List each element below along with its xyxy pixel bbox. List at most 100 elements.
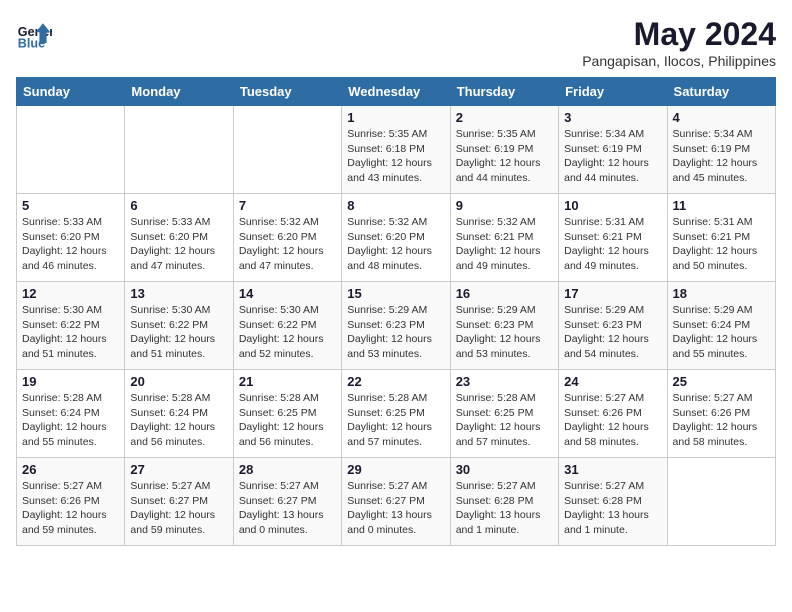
day-number: 31 bbox=[564, 462, 661, 477]
day-cell: 3 Sunrise: 5:34 AMSunset: 6:19 PMDaylight… bbox=[559, 106, 667, 194]
day-cell: 8 Sunrise: 5:32 AMSunset: 6:20 PMDaylight… bbox=[342, 194, 450, 282]
day-info: Sunrise: 5:32 AMSunset: 6:21 PMDaylight:… bbox=[456, 215, 553, 274]
day-info: Sunrise: 5:34 AMSunset: 6:19 PMDaylight:… bbox=[564, 127, 661, 186]
logo-icon: General Blue bbox=[16, 16, 52, 52]
col-header-saturday: Saturday bbox=[667, 78, 775, 106]
day-info: Sunrise: 5:27 AMSunset: 6:26 PMDaylight:… bbox=[673, 391, 770, 450]
day-number: 25 bbox=[673, 374, 770, 389]
day-number: 28 bbox=[239, 462, 336, 477]
day-cell: 12 Sunrise: 5:30 AMSunset: 6:22 PMDayligh… bbox=[17, 282, 125, 370]
day-number: 14 bbox=[239, 286, 336, 301]
week-row-1: 1 Sunrise: 5:35 AMSunset: 6:18 PMDaylight… bbox=[17, 106, 776, 194]
day-cell bbox=[125, 106, 233, 194]
day-number: 18 bbox=[673, 286, 770, 301]
day-number: 22 bbox=[347, 374, 444, 389]
day-cell: 14 Sunrise: 5:30 AMSunset: 6:22 PMDayligh… bbox=[233, 282, 341, 370]
day-number: 16 bbox=[456, 286, 553, 301]
day-cell: 31 Sunrise: 5:27 AMSunset: 6:28 PMDayligh… bbox=[559, 458, 667, 546]
day-number: 29 bbox=[347, 462, 444, 477]
day-cell: 18Sunrise: 5:29 AMSunset: 6:24 PMDayligh… bbox=[667, 282, 775, 370]
day-number: 5 bbox=[22, 198, 119, 213]
day-info: Sunrise: 5:27 AMSunset: 6:28 PMDaylight:… bbox=[456, 479, 553, 538]
day-info: Sunrise: 5:30 AMSunset: 6:22 PMDaylight:… bbox=[239, 303, 336, 362]
day-number: 23 bbox=[456, 374, 553, 389]
day-cell: 16 Sunrise: 5:29 AMSunset: 6:23 PMDayligh… bbox=[450, 282, 558, 370]
day-number: 2 bbox=[456, 110, 553, 125]
day-info: Sunrise: 5:35 AMSunset: 6:19 PMDaylight:… bbox=[456, 127, 553, 186]
day-cell: 11 Sunrise: 5:31 AMSunset: 6:21 PMDayligh… bbox=[667, 194, 775, 282]
day-info: Sunrise: 5:32 AMSunset: 6:20 PMDaylight:… bbox=[347, 215, 444, 274]
day-info: Sunrise: 5:30 AMSunset: 6:22 PMDaylight:… bbox=[22, 303, 119, 362]
day-number: 7 bbox=[239, 198, 336, 213]
day-cell: 5 Sunrise: 5:33 AMSunset: 6:20 PMDaylight… bbox=[17, 194, 125, 282]
day-number: 6 bbox=[130, 198, 227, 213]
day-info: Sunrise: 5:29 AMSunset: 6:23 PMDaylight:… bbox=[456, 303, 553, 362]
day-number: 9 bbox=[456, 198, 553, 213]
day-cell bbox=[17, 106, 125, 194]
day-number: 13 bbox=[130, 286, 227, 301]
day-number: 4 bbox=[673, 110, 770, 125]
day-cell: 7 Sunrise: 5:32 AMSunset: 6:20 PMDaylight… bbox=[233, 194, 341, 282]
day-info: Sunrise: 5:29 AMSunset: 6:23 PMDaylight:… bbox=[347, 303, 444, 362]
day-info: Sunrise: 5:27 AMSunset: 6:28 PMDaylight:… bbox=[564, 479, 661, 538]
day-cell: 13 Sunrise: 5:30 AMSunset: 6:22 PMDayligh… bbox=[125, 282, 233, 370]
day-number: 3 bbox=[564, 110, 661, 125]
location-subtitle: Pangapisan, Ilocos, Philippines bbox=[582, 53, 776, 69]
day-info: Sunrise: 5:29 AMSunset: 6:23 PMDaylight:… bbox=[564, 303, 661, 362]
day-info: Sunrise: 5:28 AMSunset: 6:25 PMDaylight:… bbox=[239, 391, 336, 450]
day-number: 8 bbox=[347, 198, 444, 213]
title-block: May 2024 Pangapisan, Ilocos, Philippines bbox=[582, 16, 776, 69]
day-info: Sunrise: 5:32 AMSunset: 6:20 PMDaylight:… bbox=[239, 215, 336, 274]
day-info: Sunrise: 5:35 AMSunset: 6:18 PMDaylight:… bbox=[347, 127, 444, 186]
day-info: Sunrise: 5:31 AMSunset: 6:21 PMDaylight:… bbox=[564, 215, 661, 274]
col-header-sunday: Sunday bbox=[17, 78, 125, 106]
day-cell: 2 Sunrise: 5:35 AMSunset: 6:19 PMDaylight… bbox=[450, 106, 558, 194]
day-cell: 26Sunrise: 5:27 AMSunset: 6:26 PMDayligh… bbox=[17, 458, 125, 546]
day-info: Sunrise: 5:28 AMSunset: 6:24 PMDaylight:… bbox=[130, 391, 227, 450]
day-cell: 28Sunrise: 5:27 AMSunset: 6:27 PMDayligh… bbox=[233, 458, 341, 546]
day-number: 24 bbox=[564, 374, 661, 389]
day-cell bbox=[667, 458, 775, 546]
day-cell: 20 Sunrise: 5:28 AMSunset: 6:24 PMDayligh… bbox=[125, 370, 233, 458]
week-row-3: 12 Sunrise: 5:30 AMSunset: 6:22 PMDayligh… bbox=[17, 282, 776, 370]
day-cell: 29Sunrise: 5:27 AMSunset: 6:27 PMDayligh… bbox=[342, 458, 450, 546]
col-header-friday: Friday bbox=[559, 78, 667, 106]
day-number: 20 bbox=[130, 374, 227, 389]
day-info: Sunrise: 5:28 AMSunset: 6:24 PMDaylight:… bbox=[22, 391, 119, 450]
col-header-wednesday: Wednesday bbox=[342, 78, 450, 106]
day-number: 17 bbox=[564, 286, 661, 301]
day-number: 10 bbox=[564, 198, 661, 213]
week-row-5: 26Sunrise: 5:27 AMSunset: 6:26 PMDayligh… bbox=[17, 458, 776, 546]
col-header-monday: Monday bbox=[125, 78, 233, 106]
day-number: 19 bbox=[22, 374, 119, 389]
day-number: 11 bbox=[673, 198, 770, 213]
col-header-tuesday: Tuesday bbox=[233, 78, 341, 106]
day-cell: 15 Sunrise: 5:29 AMSunset: 6:23 PMDayligh… bbox=[342, 282, 450, 370]
day-info: Sunrise: 5:33 AMSunset: 6:20 PMDaylight:… bbox=[130, 215, 227, 274]
day-cell bbox=[233, 106, 341, 194]
day-cell: 24 Sunrise: 5:27 AMSunset: 6:26 PMDayligh… bbox=[559, 370, 667, 458]
day-number: 21 bbox=[239, 374, 336, 389]
logo: General Blue bbox=[16, 16, 52, 52]
day-cell: 1 Sunrise: 5:35 AMSunset: 6:18 PMDaylight… bbox=[342, 106, 450, 194]
day-info: Sunrise: 5:28 AMSunset: 6:25 PMDaylight:… bbox=[347, 391, 444, 450]
day-number: 1 bbox=[347, 110, 444, 125]
day-info: Sunrise: 5:27 AMSunset: 6:26 PMDaylight:… bbox=[22, 479, 119, 538]
month-title: May 2024 bbox=[582, 16, 776, 53]
week-row-4: 19 Sunrise: 5:28 AMSunset: 6:24 PMDayligh… bbox=[17, 370, 776, 458]
day-cell: 25 Sunrise: 5:27 AMSunset: 6:26 PMDayligh… bbox=[667, 370, 775, 458]
day-info: Sunrise: 5:27 AMSunset: 6:26 PMDaylight:… bbox=[564, 391, 661, 450]
day-info: Sunrise: 5:33 AMSunset: 6:20 PMDaylight:… bbox=[22, 215, 119, 274]
day-cell: 10 Sunrise: 5:31 AMSunset: 6:21 PMDayligh… bbox=[559, 194, 667, 282]
day-number: 12 bbox=[22, 286, 119, 301]
col-header-thursday: Thursday bbox=[450, 78, 558, 106]
day-cell: 6 Sunrise: 5:33 AMSunset: 6:20 PMDaylight… bbox=[125, 194, 233, 282]
day-cell: 4Sunrise: 5:34 AMSunset: 6:19 PMDaylight… bbox=[667, 106, 775, 194]
day-info: Sunrise: 5:28 AMSunset: 6:25 PMDaylight:… bbox=[456, 391, 553, 450]
day-number: 15 bbox=[347, 286, 444, 301]
day-number: 30 bbox=[456, 462, 553, 477]
day-info: Sunrise: 5:27 AMSunset: 6:27 PMDaylight:… bbox=[130, 479, 227, 538]
day-cell: 21 Sunrise: 5:28 AMSunset: 6:25 PMDayligh… bbox=[233, 370, 341, 458]
day-info: Sunrise: 5:31 AMSunset: 6:21 PMDaylight:… bbox=[673, 215, 770, 274]
day-info: Sunrise: 5:30 AMSunset: 6:22 PMDaylight:… bbox=[130, 303, 227, 362]
